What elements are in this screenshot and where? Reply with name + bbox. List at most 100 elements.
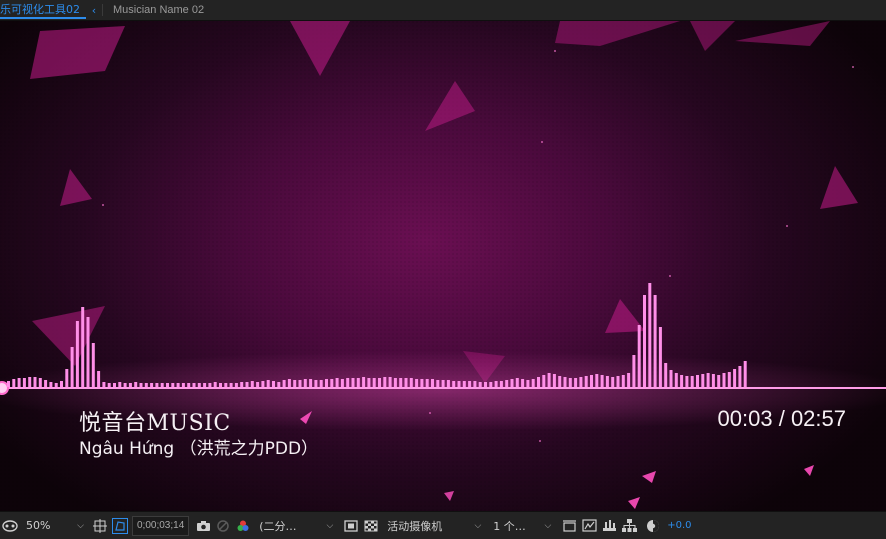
spectrum-bar: [219, 383, 222, 387]
snapshot-button[interactable]: [195, 515, 211, 537]
chevron-down-icon: ⌵: [77, 520, 84, 531]
spectrum-bar: [144, 383, 148, 387]
reset-exposure-button[interactable]: [645, 515, 661, 537]
spectrum-bar: [224, 383, 228, 387]
spectrum-bar: [531, 379, 535, 387]
spectrum-bar: [537, 377, 540, 387]
timeline-button[interactable]: [601, 515, 617, 537]
spectrum-bar: [664, 363, 668, 387]
spectrum-bar: [351, 378, 355, 387]
spectrum-bar: [346, 378, 350, 387]
spectrum-bar: [314, 380, 318, 387]
zoom-dropdown[interactable]: 50% ⌵: [22, 517, 88, 535]
spectrum-bar: [733, 369, 737, 387]
exposure-value[interactable]: +0.0: [667, 520, 691, 531]
spectrum-bar: [420, 379, 424, 387]
spectrum-bar: [478, 382, 482, 387]
spectrum-bar: [579, 377, 583, 387]
tab-chevron-left-icon[interactable]: ‹: [86, 4, 102, 17]
spectrum-bar: [12, 379, 16, 387]
spectrum-bar: [658, 327, 662, 387]
spectrum-bar: [155, 383, 159, 387]
show-snapshot-button[interactable]: [215, 515, 231, 537]
spectrum-bar: [250, 381, 254, 387]
spectrum-bar: [542, 375, 546, 387]
mask-path-visibility-button[interactable]: [112, 515, 128, 537]
spectrum-bar: [701, 374, 705, 387]
spectrum-bar: [128, 383, 132, 387]
view-layout-dropdown[interactable]: 1 个… ⌵: [489, 517, 555, 535]
spectrum-bar: [266, 380, 270, 387]
spectrum-bar: [38, 378, 42, 387]
spectrum-bar: [383, 377, 387, 387]
spectrum-bar: [309, 379, 313, 387]
spectrum-bar: [632, 355, 636, 387]
camera-view-dropdown[interactable]: 活动摄像机 ⌵: [383, 517, 485, 535]
spectrum-bar: [65, 369, 69, 387]
spectrum-bar: [303, 379, 307, 387]
composition-canvas[interactable]: 悦音台MUSIC Ngâu Hứng （洪荒之力PDD） 00:03 / 02:…: [0, 21, 886, 511]
spectrum-bar: [574, 378, 578, 387]
camera-view-value: 活动摄像机: [387, 519, 443, 533]
spectrum-bar: [367, 378, 371, 387]
spectrum-bar: [600, 375, 604, 387]
spectrum-bar: [738, 366, 742, 387]
tab-active-composition[interactable]: 乐可视化工具02: [0, 1, 86, 19]
spectrum-bar: [229, 383, 233, 387]
spectrum-bar: [436, 380, 440, 387]
timeline-icon: [601, 518, 617, 534]
spectrum-bar: [452, 381, 456, 387]
spectrum-bar: [245, 382, 249, 387]
resolution-value: (二分…: [259, 519, 297, 533]
particle: [541, 141, 543, 143]
spectrum-bar: [696, 375, 699, 387]
spectrum-bar: [197, 383, 201, 387]
pixel-aspect-button[interactable]: [561, 515, 577, 537]
chevron-down-icon: ⌵: [474, 520, 482, 531]
spectrum-bar: [727, 372, 731, 387]
spectrum-bar: [706, 373, 710, 387]
playhead-knob[interactable]: [0, 381, 9, 395]
channel-button[interactable]: [235, 515, 251, 537]
spectrum-bar: [393, 378, 397, 387]
tab-active-label: 乐可视化工具02: [0, 3, 80, 16]
always-preview-toggle[interactable]: [2, 515, 18, 537]
spectrum-bar: [293, 380, 297, 387]
spectrum-bar: [44, 380, 48, 387]
fast-previews-button[interactable]: [581, 515, 597, 537]
spectrum-bar: [388, 377, 392, 387]
spectrum-bar: [139, 383, 143, 387]
spectrum-bar: [674, 373, 678, 387]
tab-musician-name[interactable]: Musician Name 02: [103, 4, 204, 16]
grid-icon: [92, 518, 108, 534]
spectrum-bar: [409, 378, 413, 387]
pixel-aspect-icon: [561, 518, 577, 534]
transparency-grid-button[interactable]: [363, 515, 379, 537]
spectrum-bar: [563, 377, 567, 387]
flowchart-button[interactable]: [621, 515, 637, 537]
song-subtitle: Ngâu Hứng （洪荒之力PDD）: [79, 439, 319, 459]
spectrum-bar: [484, 382, 487, 387]
spectrum-bar: [547, 373, 551, 387]
spectrum-bar: [340, 379, 344, 387]
spectrum-bar: [28, 377, 32, 387]
current-time-field[interactable]: 0;00;03;14: [132, 515, 190, 536]
spectrum-bar: [356, 378, 360, 387]
spectrum-bar: [627, 373, 631, 387]
spectrum-bar: [362, 377, 366, 387]
song-time: 00:03 / 02:57: [717, 406, 846, 431]
spectrum-bar: [166, 383, 169, 387]
spectrum-bar: [277, 382, 281, 387]
grid-guides-button[interactable]: [92, 515, 108, 537]
spectrum-bar: [287, 379, 291, 387]
composition-viewer-window: 乐可视化工具02 ‹ Musician Name 02 悦音台MUSIC Ngâ…: [0, 0, 886, 539]
region-of-interest-button[interactable]: [343, 515, 359, 537]
spectrum-bar: [441, 380, 445, 387]
spectrum-bar: [399, 378, 403, 387]
resolution-dropdown[interactable]: (二分… ⌵: [255, 517, 337, 535]
exposure-icon: [645, 518, 661, 534]
spectrum-bar: [431, 379, 434, 387]
spectrum-bar: [91, 343, 95, 387]
spectrum-bar: [107, 383, 111, 387]
spectrum-bar: [54, 383, 58, 387]
